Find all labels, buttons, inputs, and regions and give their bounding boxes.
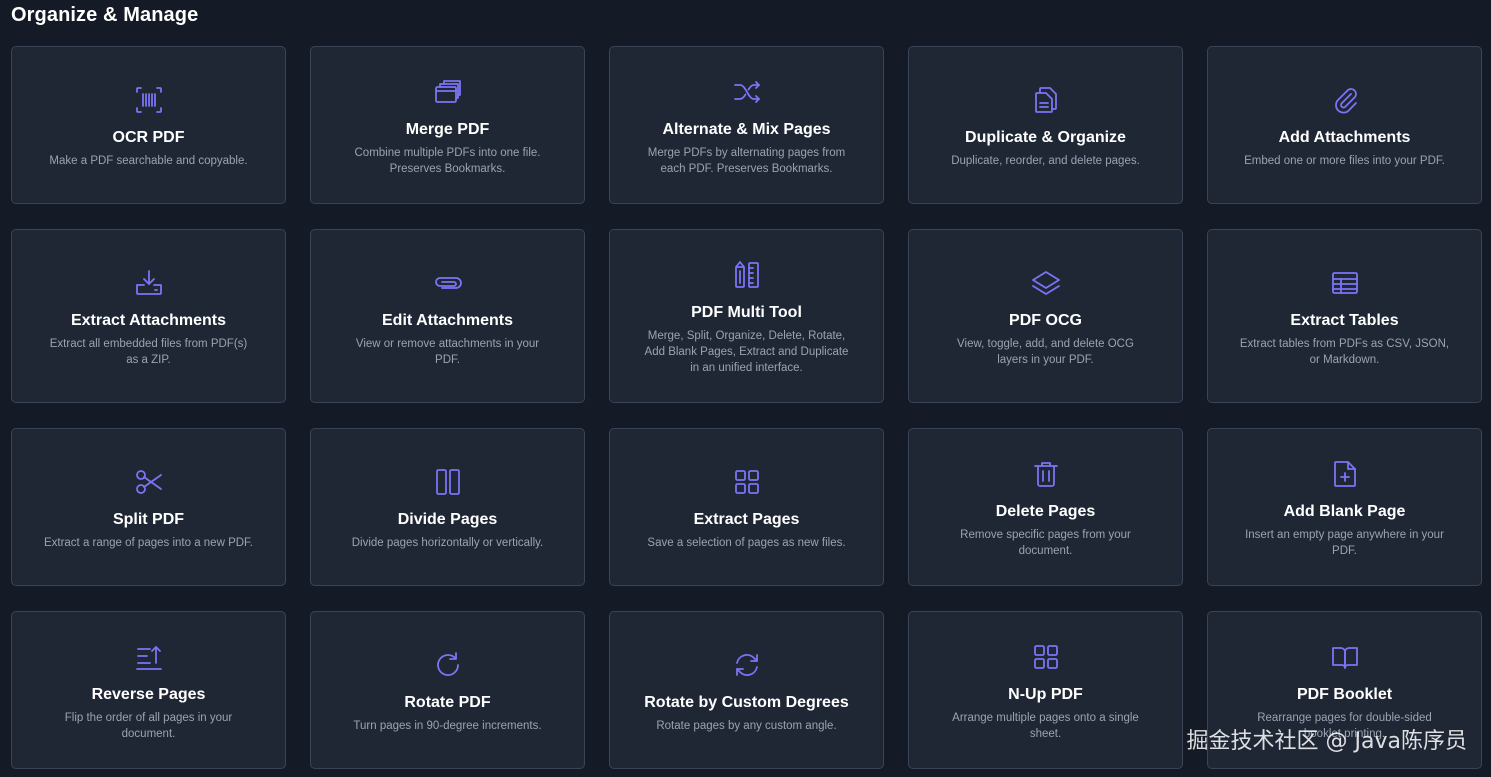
table-icon xyxy=(1327,265,1363,301)
card-description: Extract tables from PDFs as CSV, JSON, o… xyxy=(1239,337,1450,366)
rotate-cw-icon xyxy=(430,647,466,683)
card-title: PDF Booklet xyxy=(1296,685,1393,703)
card-title: N-Up PDF xyxy=(1008,685,1083,703)
scissors-icon xyxy=(131,464,167,500)
tool-card-delete-pages[interactable]: Delete Pages Remove specific pages from y… xyxy=(908,428,1183,586)
layers-icon xyxy=(1028,265,1064,301)
card-title: Merge PDF xyxy=(405,120,490,138)
card-description: Combine multiple PDFs into one file. Pre… xyxy=(354,146,541,175)
card-title: Split PDF xyxy=(112,510,185,528)
paperclip-icon xyxy=(1327,82,1363,118)
tools-icon xyxy=(729,257,765,293)
tool-card-pdf-multi-tool[interactable]: PDF Multi Tool Merge, Split, Organize, De… xyxy=(609,229,884,403)
card-title: PDF Multi Tool xyxy=(691,303,802,321)
card-description: Remove specific pages from your document… xyxy=(960,528,1131,557)
refresh-icon xyxy=(729,647,765,683)
card-description: Arrange multiple pages onto a single she… xyxy=(952,711,1139,740)
card-description: Divide pages horizontally or vertically. xyxy=(351,536,544,549)
columns-icon xyxy=(430,464,466,500)
card-title: Reverse Pages xyxy=(91,685,206,703)
card-title: Delete Pages xyxy=(995,502,1096,520)
tool-card-add-blank-page[interactable]: Add Blank Page Insert an empty page anywh… xyxy=(1207,428,1482,586)
card-title: Alternate & Mix Pages xyxy=(662,120,831,138)
attachment-icon xyxy=(430,265,466,301)
tool-card-n-up-pdf[interactable]: N-Up PDF Arrange multiple pages onto a si… xyxy=(908,611,1183,769)
tool-card-reverse-pages[interactable]: Reverse Pages Flip the order of all pages… xyxy=(11,611,286,769)
tool-card-alternate-and-mix-pages[interactable]: Alternate & Mix Pages Merge PDFs by alter… xyxy=(609,46,884,204)
card-title: Divide Pages xyxy=(397,510,498,528)
tool-card-ocr-pdf[interactable]: OCR PDF Make a PDF searchable and copyabl… xyxy=(11,46,286,204)
card-description: Merge, Split, Organize, Delete, Rotate, … xyxy=(644,329,849,374)
card-description: Make a PDF searchable and copyable. xyxy=(49,154,248,167)
shuffle-icon xyxy=(729,74,765,110)
tool-card-duplicate-and-organize[interactable]: Duplicate & Organize Duplicate, reorder, … xyxy=(908,46,1183,204)
card-description: Save a selection of pages as new files. xyxy=(647,536,846,549)
stack-pages-icon xyxy=(430,74,466,110)
download-tray-icon xyxy=(131,265,167,301)
card-title: Extract Pages xyxy=(693,510,800,528)
card-description: Duplicate, reorder, and delete pages. xyxy=(951,154,1140,167)
file-plus-icon xyxy=(1327,456,1363,492)
tool-card-add-attachments[interactable]: Add Attachments Embed one or more files i… xyxy=(1207,46,1482,204)
card-description: View or remove attachments in your PDF. xyxy=(355,337,540,366)
card-description: Rotate pages by any custom angle. xyxy=(656,719,837,732)
tool-card-extract-tables[interactable]: Extract Tables Extract tables from PDFs a… xyxy=(1207,229,1482,403)
tool-card-extract-attachments[interactable]: Extract Attachments Extract all embedded … xyxy=(11,229,286,403)
card-title: PDF OCG xyxy=(1009,311,1082,329)
tool-card-extract-pages[interactable]: Extract Pages Save a selection of pages a… xyxy=(609,428,884,586)
tool-card-rotate-by-custom-degrees[interactable]: Rotate by Custom Degrees Rotate pages by … xyxy=(609,611,884,769)
card-title: Duplicate & Organize xyxy=(965,128,1126,146)
tool-card-merge-pdf[interactable]: Merge PDF Combine multiple PDFs into one … xyxy=(310,46,585,204)
duplicate-document-icon xyxy=(1028,82,1064,118)
watermark: 掘金技术社区 @ Java陈序员 xyxy=(1186,729,1467,754)
grid-icon xyxy=(1028,639,1064,675)
tool-card-rotate-pdf[interactable]: Rotate PDF Turn pages in 90-degree increm… xyxy=(310,611,585,769)
card-description: Extract a range of pages into a new PDF. xyxy=(43,536,254,549)
card-title: Rotate PDF xyxy=(404,693,491,711)
card-title: Add Blank Page xyxy=(1283,502,1406,520)
card-title: OCR PDF xyxy=(112,128,185,146)
sort-reverse-icon xyxy=(131,639,167,675)
grid-icon xyxy=(729,464,765,500)
card-description: Flip the order of all pages in your docu… xyxy=(64,711,233,740)
card-title: Rotate by Custom Degrees xyxy=(644,693,849,711)
card-description: Embed one or more files into your PDF. xyxy=(1244,154,1445,167)
tool-card-divide-pages[interactable]: Divide Pages Divide pages horizontally or… xyxy=(310,428,585,586)
card-description: Insert an empty page anywhere in your PD… xyxy=(1245,528,1444,557)
card-description: View, toggle, add, and delete OCG layers… xyxy=(957,337,1134,366)
card-title: Edit Attachments xyxy=(382,311,513,329)
card-description: Extract all embedded files from PDF(s) a… xyxy=(49,337,248,366)
organize-manage-page: Organize & Manage OCR PDF Make a PDF sear… xyxy=(0,0,1491,777)
card-title: Add Attachments xyxy=(1278,128,1411,146)
card-title: Extract Attachments xyxy=(70,311,226,329)
tool-card-grid: OCR PDF Make a PDF searchable and copyabl… xyxy=(11,46,1483,769)
card-description: Turn pages in 90-degree increments. xyxy=(353,719,542,732)
section-title: Organize & Manage xyxy=(11,4,199,26)
tool-card-edit-attachments[interactable]: Edit Attachments View or remove attachmen… xyxy=(310,229,585,403)
card-description: Merge PDFs by alternating pages from eac… xyxy=(647,146,846,175)
book-open-icon xyxy=(1327,639,1363,675)
tool-card-pdf-ocg[interactable]: PDF OCG View, toggle, add, and delete OCG… xyxy=(908,229,1183,403)
card-title: Extract Tables xyxy=(1290,311,1399,329)
tool-card-split-pdf[interactable]: Split PDF Extract a range of pages into a… xyxy=(11,428,286,586)
trash-icon xyxy=(1028,456,1064,492)
ocr-scan-icon xyxy=(131,82,167,118)
